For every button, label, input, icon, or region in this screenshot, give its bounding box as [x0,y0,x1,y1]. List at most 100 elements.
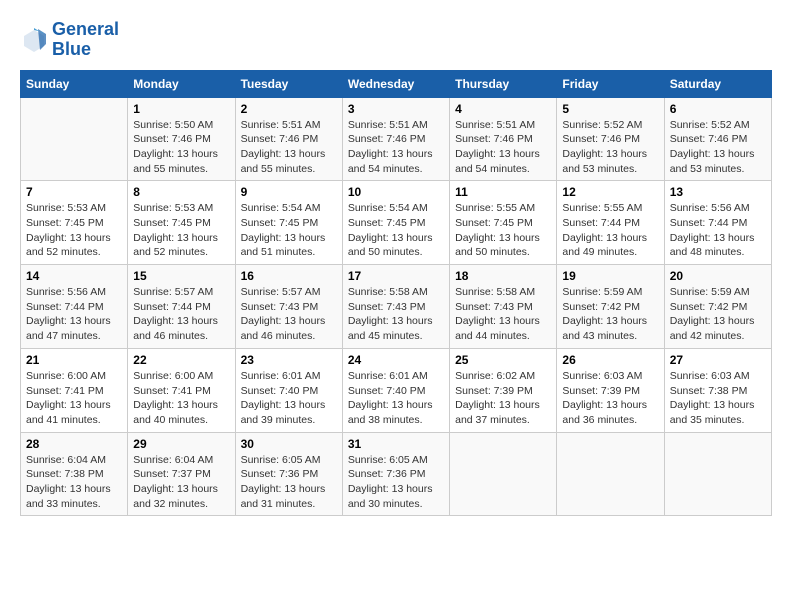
day-cell: 2Sunrise: 5:51 AM Sunset: 7:46 PM Daylig… [235,97,342,181]
day-number: 13 [670,185,766,199]
day-number: 5 [562,102,658,116]
day-info: Sunrise: 5:53 AM Sunset: 7:45 PM Dayligh… [26,201,122,260]
day-cell: 14Sunrise: 5:56 AM Sunset: 7:44 PM Dayli… [21,265,128,349]
day-number: 7 [26,185,122,199]
day-cell: 27 Sunrise: 6:03 AM Sunset: 7:38 PM Dayli… [664,348,771,432]
day-cell [21,97,128,181]
day-info: Sunrise: 5:52 AM Sunset: 7:46 PM Dayligh… [562,118,658,177]
day-number: 23 [241,353,337,367]
day-number: 3 [348,102,444,116]
day-number: 22 [133,353,229,367]
calendar-table: SundayMondayTuesdayWednesdayThursdayFrid… [20,70,772,517]
day-cell: 24 Sunrise: 6:01 AM Sunset: 7:40 PM Dayli… [342,348,449,432]
day-cell: 9 Sunrise: 5:54 AM Sunset: 7:45 PM Daylig… [235,181,342,265]
header-row: SundayMondayTuesdayWednesdayThursdayFrid… [21,70,772,97]
day-info: Sunrise: 6:00 AM Sunset: 7:41 PM Dayligh… [133,369,229,428]
day-number: 9 [241,185,337,199]
day-info: Sunrise: 6:01 AM Sunset: 7:40 PM Dayligh… [348,369,444,428]
day-header-wednesday: Wednesday [342,70,449,97]
day-number: 30 [241,437,337,451]
day-cell [664,432,771,516]
day-number: 26 [562,353,658,367]
logo: General Blue [20,20,119,60]
day-cell: 31 Sunrise: 6:05 AM Sunset: 7:36 PM Dayli… [342,432,449,516]
day-header-monday: Monday [128,70,235,97]
day-cell: 12Sunrise: 5:55 AM Sunset: 7:44 PM Dayli… [557,181,664,265]
day-info: Sunrise: 6:04 AM Sunset: 7:38 PM Dayligh… [26,453,122,512]
day-info: Sunrise: 5:51 AM Sunset: 7:46 PM Dayligh… [241,118,337,177]
day-info: Sunrise: 5:50 AM Sunset: 7:46 PM Dayligh… [133,118,229,177]
day-number: 1 [133,102,229,116]
week-row-2: 7 Sunrise: 5:53 AM Sunset: 7:45 PM Daylig… [21,181,772,265]
week-row-4: 21 Sunrise: 6:00 AM Sunset: 7:41 PM Dayli… [21,348,772,432]
day-number: 25 [455,353,551,367]
day-cell: 13 Sunrise: 5:56 AM Sunset: 7:44 PM Dayli… [664,181,771,265]
day-info: Sunrise: 5:57 AM Sunset: 7:43 PM Dayligh… [241,285,337,344]
week-row-3: 14Sunrise: 5:56 AM Sunset: 7:44 PM Dayli… [21,265,772,349]
day-info: Sunrise: 6:00 AM Sunset: 7:41 PM Dayligh… [26,369,122,428]
day-number: 10 [348,185,444,199]
day-number: 19 [562,269,658,283]
day-number: 11 [455,185,551,199]
day-info: Sunrise: 5:54 AM Sunset: 7:45 PM Dayligh… [241,201,337,260]
day-cell: 17Sunrise: 5:58 AM Sunset: 7:43 PM Dayli… [342,265,449,349]
day-info: Sunrise: 5:56 AM Sunset: 7:44 PM Dayligh… [670,201,766,260]
week-row-1: 1 Sunrise: 5:50 AM Sunset: 7:46 PM Daylig… [21,97,772,181]
day-number: 4 [455,102,551,116]
day-header-sunday: Sunday [21,70,128,97]
day-number: 20 [670,269,766,283]
day-header-thursday: Thursday [450,70,557,97]
day-cell: 28 Sunrise: 6:04 AM Sunset: 7:38 PM Dayli… [21,432,128,516]
logo-text: General Blue [52,20,119,60]
day-cell: 20 Sunrise: 5:59 AM Sunset: 7:42 PM Dayli… [664,265,771,349]
day-cell: 29 Sunrise: 6:04 AM Sunset: 7:37 PM Dayli… [128,432,235,516]
day-cell: 18Sunrise: 5:58 AM Sunset: 7:43 PM Dayli… [450,265,557,349]
day-header-saturday: Saturday [664,70,771,97]
day-cell [450,432,557,516]
day-cell: 1 Sunrise: 5:50 AM Sunset: 7:46 PM Daylig… [128,97,235,181]
day-number: 16 [241,269,337,283]
day-info: Sunrise: 5:55 AM Sunset: 7:45 PM Dayligh… [455,201,551,260]
day-info: Sunrise: 5:58 AM Sunset: 7:43 PM Dayligh… [348,285,444,344]
day-info: Sunrise: 6:04 AM Sunset: 7:37 PM Dayligh… [133,453,229,512]
day-info: Sunrise: 6:03 AM Sunset: 7:39 PM Dayligh… [562,369,658,428]
page-header: General Blue [20,20,772,60]
day-cell: 4 Sunrise: 5:51 AM Sunset: 7:46 PM Daylig… [450,97,557,181]
day-cell: 21 Sunrise: 6:00 AM Sunset: 7:41 PM Dayli… [21,348,128,432]
day-cell: 15 Sunrise: 5:57 AM Sunset: 7:44 PM Dayli… [128,265,235,349]
day-cell: 22 Sunrise: 6:00 AM Sunset: 7:41 PM Dayli… [128,348,235,432]
day-number: 31 [348,437,444,451]
day-info: Sunrise: 6:01 AM Sunset: 7:40 PM Dayligh… [241,369,337,428]
day-number: 29 [133,437,229,451]
day-cell: 7 Sunrise: 5:53 AM Sunset: 7:45 PM Daylig… [21,181,128,265]
day-header-tuesday: Tuesday [235,70,342,97]
day-number: 21 [26,353,122,367]
day-info: Sunrise: 5:53 AM Sunset: 7:45 PM Dayligh… [133,201,229,260]
day-cell [557,432,664,516]
day-info: Sunrise: 6:03 AM Sunset: 7:38 PM Dayligh… [670,369,766,428]
day-info: Sunrise: 5:51 AM Sunset: 7:46 PM Dayligh… [455,118,551,177]
day-number: 24 [348,353,444,367]
day-cell: 5 Sunrise: 5:52 AM Sunset: 7:46 PM Daylig… [557,97,664,181]
day-info: Sunrise: 5:57 AM Sunset: 7:44 PM Dayligh… [133,285,229,344]
day-info: Sunrise: 5:51 AM Sunset: 7:46 PM Dayligh… [348,118,444,177]
day-info: Sunrise: 5:59 AM Sunset: 7:42 PM Dayligh… [670,285,766,344]
day-number: 12 [562,185,658,199]
day-cell: 25Sunrise: 6:02 AM Sunset: 7:39 PM Dayli… [450,348,557,432]
day-info: Sunrise: 5:52 AM Sunset: 7:46 PM Dayligh… [670,118,766,177]
day-number: 15 [133,269,229,283]
day-cell: 8 Sunrise: 5:53 AM Sunset: 7:45 PM Daylig… [128,181,235,265]
day-number: 8 [133,185,229,199]
day-info: Sunrise: 5:56 AM Sunset: 7:44 PM Dayligh… [26,285,122,344]
day-number: 27 [670,353,766,367]
day-cell: 11 Sunrise: 5:55 AM Sunset: 7:45 PM Dayli… [450,181,557,265]
day-cell: 19Sunrise: 5:59 AM Sunset: 7:42 PM Dayli… [557,265,664,349]
day-info: Sunrise: 5:58 AM Sunset: 7:43 PM Dayligh… [455,285,551,344]
day-info: Sunrise: 6:05 AM Sunset: 7:36 PM Dayligh… [348,453,444,512]
day-number: 28 [26,437,122,451]
day-cell: 30 Sunrise: 6:05 AM Sunset: 7:36 PM Dayli… [235,432,342,516]
day-cell: 26 Sunrise: 6:03 AM Sunset: 7:39 PM Dayli… [557,348,664,432]
logo-icon [20,26,48,54]
day-info: Sunrise: 6:05 AM Sunset: 7:36 PM Dayligh… [241,453,337,512]
day-cell: 23 Sunrise: 6:01 AM Sunset: 7:40 PM Dayli… [235,348,342,432]
